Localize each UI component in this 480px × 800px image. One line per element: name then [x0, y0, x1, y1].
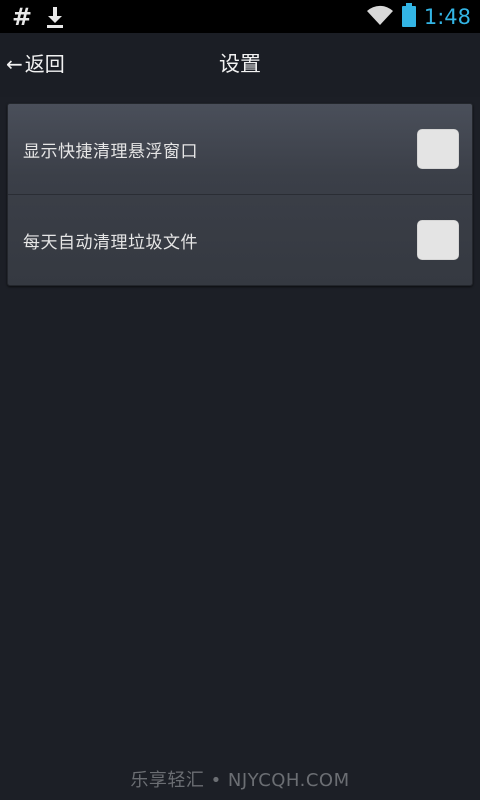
hash-icon: # [12, 3, 33, 31]
title-bar: ← 返回 设置 [0, 33, 480, 97]
setting-row-floating-window[interactable]: 显示快捷清理悬浮窗口 [8, 104, 472, 194]
status-bar-left: # [12, 4, 64, 30]
battery-icon [401, 3, 416, 31]
setting-row-auto-clean[interactable]: 每天自动清理垃圾文件 [8, 195, 472, 285]
setting-label: 显示快捷清理悬浮窗口 [23, 141, 198, 162]
status-bar: # 1:48 [0, 0, 480, 33]
download-icon [46, 6, 64, 28]
auto-clean-checkbox[interactable] [417, 220, 459, 260]
watermark: 乐享轻汇 • NJYCQH.COM [130, 770, 350, 791]
floating-window-checkbox[interactable] [417, 129, 459, 169]
status-bar-right: 1:48 [366, 3, 471, 31]
clock: 1:48 [423, 5, 471, 29]
setting-label: 每天自动清理垃圾文件 [23, 232, 198, 253]
settings-card: 显示快捷清理悬浮窗口 每天自动清理垃圾文件 [7, 103, 473, 286]
page-title: 设置 [219, 52, 261, 76]
wifi-icon [366, 4, 394, 30]
